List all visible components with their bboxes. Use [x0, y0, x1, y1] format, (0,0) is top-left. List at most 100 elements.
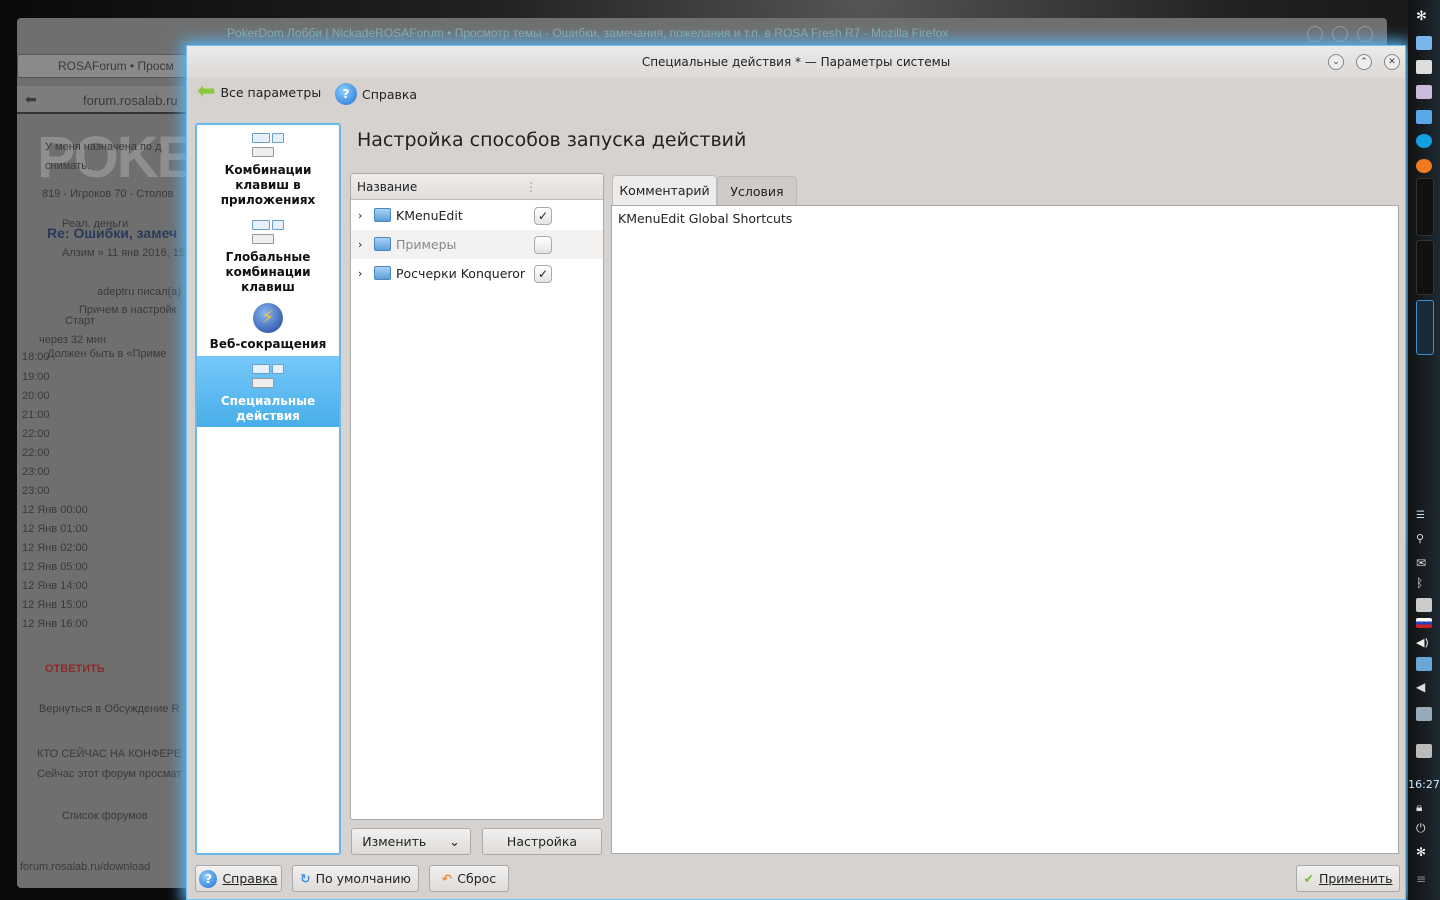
column-header-name[interactable]: Название ⋮ — [351, 174, 603, 200]
toolbar-help-label: Справка — [362, 86, 418, 102]
bg-window-text: Re: Ошибки, замеч — [47, 225, 178, 241]
bg-minimize-icon[interactable] — [1307, 26, 1323, 42]
folder-icon — [374, 237, 391, 251]
column-header-label: Название — [357, 180, 418, 194]
edit-button-label: Изменить — [362, 834, 427, 849]
apply-button[interactable]: ✔ Применить — [1296, 865, 1400, 892]
defaults-button[interactable]: ↻ По умолчанию — [292, 865, 419, 892]
clipboard-icon[interactable] — [1416, 598, 1432, 612]
enabled-checkbox[interactable]: ✓ — [534, 207, 552, 225]
sidebar-item-label: Комбинации клавиш в приложениях — [220, 163, 316, 207]
sidebar-item-special-actions[interactable]: Специальные действия — [197, 356, 339, 427]
sidebar-item-global-shortcuts[interactable]: Глобальные комбинации клавиш — [197, 220, 339, 295]
bg-window-text: 18:00 — [22, 351, 50, 363]
edit-dropdown-button[interactable]: Изменить ⌄ — [351, 828, 471, 855]
keyboard-shortcuts-icon — [252, 220, 284, 246]
side-panel: ✻ ☰ ⚲ ✉ ᛒ ◀) ◀ 16:27 🔒︎ ⏻ ✻ ≡ — [1408, 0, 1440, 900]
task-firefox-2[interactable] — [1416, 240, 1434, 295]
minimize-button[interactable]: ⌄ — [1328, 54, 1344, 70]
back-arrow-icon: ⬅ — [197, 79, 216, 104]
bg-close-icon[interactable] — [1357, 26, 1373, 42]
bg-window-text: 12 Янв 14:00 — [22, 580, 88, 592]
keyboard-layout-flag-icon[interactable] — [1416, 618, 1432, 628]
folder-icon[interactable] — [1416, 110, 1432, 124]
power-icon[interactable]: ⏻ — [1416, 821, 1432, 835]
settings-button[interactable]: Настройка — [482, 828, 602, 855]
bluetooth-icon[interactable]: ᛒ — [1416, 576, 1432, 590]
maximize-button[interactable]: ⌃ — [1356, 54, 1372, 70]
clock[interactable]: 16:27 — [1408, 778, 1440, 791]
network-icon[interactable]: ⚲ — [1416, 532, 1432, 546]
toolbar-help-button[interactable]: ? Справка — [335, 83, 417, 105]
volume-icon[interactable]: ◀) — [1416, 636, 1432, 650]
reset-button[interactable]: ↶ Сброс — [429, 865, 509, 892]
checkmark-icon: ✔ — [1303, 871, 1314, 886]
window-title: Специальные действия * — Параметры систе… — [641, 55, 951, 69]
titlebar: Специальные действия * — Параметры систе… — [187, 46, 1405, 78]
settings-button-label: Настройка — [506, 834, 578, 849]
bg-window-text: 22:00 — [22, 447, 50, 459]
bg-window-text: 819 - Игроков 70 - Столов — [42, 188, 174, 200]
bg-window-text: Должен быть в «Приме — [47, 348, 167, 360]
calculator-icon[interactable] — [1416, 85, 1432, 99]
bg-window-text: 12 Янв 00:00 — [22, 504, 88, 516]
actions-tree[interactable]: Название ⋮ › KMenuEdit ✓ › Примеры › Росчерки… — [350, 173, 604, 820]
sidebar: Комбинации клавиш в приложениях Глобальн… — [195, 123, 341, 855]
task-system-settings[interactable] — [1416, 300, 1434, 355]
tab-conditions[interactable]: Условия — [717, 176, 797, 207]
bg-urlbar[interactable]: ⬅ forum.rosalab.ru — [17, 86, 192, 114]
tab-label: Комментарий — [619, 183, 710, 198]
bg-window-text: 20:00 — [22, 390, 50, 402]
close-button[interactable]: ✕ — [1384, 54, 1400, 70]
bg-window-text: ОТВЕТИТЬ — [45, 663, 105, 675]
bg-window-title: PokerDom Лобби | NickadeROSAForum • Прос… — [227, 26, 949, 40]
sidebar-item-web-shortcuts[interactable]: ⚡ Веб-сокращения — [197, 303, 339, 352]
enabled-checkbox[interactable]: ✓ — [534, 265, 552, 283]
pager-icon[interactable]: ☰ — [1416, 510, 1432, 524]
bg-window-text: У меня назначена по д — [45, 141, 162, 153]
skype-icon[interactable] — [1416, 134, 1432, 148]
bg-window-text: 12 Янв 16:00 — [22, 618, 88, 630]
expand-arrow-icon[interactable]: › — [358, 259, 362, 288]
chevron-down-icon: ⌄ — [449, 834, 460, 849]
tree-row-label: Примеры — [396, 237, 457, 252]
firefox-icon[interactable] — [1416, 159, 1432, 173]
all-settings-button[interactable]: ⬅ Все параметры — [197, 79, 321, 104]
mail-icon[interactable]: ✉ — [1416, 556, 1432, 570]
bg-window-text: 19:00 — [22, 371, 50, 383]
apply-button-label: Применить — [1318, 871, 1393, 886]
tab-comment[interactable]: Комментарий — [612, 175, 717, 206]
comment-textarea[interactable]: KMenuEdit Global Shortcuts — [611, 205, 1399, 854]
refresh-icon: ↻ — [300, 871, 311, 886]
column-resize-handle[interactable]: ⋮ — [525, 174, 537, 200]
help-button-label: Справка — [222, 871, 278, 886]
enabled-checkbox[interactable] — [534, 236, 552, 254]
back-icon[interactable]: ⬅ — [25, 91, 37, 108]
tree-row[interactable]: › Примеры — [351, 230, 603, 259]
tree-row[interactable]: › KMenuEdit ✓ — [351, 201, 603, 230]
sidebar-item-label: Специальные действия — [220, 394, 316, 423]
bg-window-text: КТО СЕЙЧАС НА КОНФЕРЕ — [37, 748, 182, 760]
expand-arrow-icon[interactable]: › — [358, 230, 362, 259]
reset-button-label: Сброс — [457, 871, 497, 886]
file-manager-icon[interactable] — [1416, 36, 1432, 50]
speaker-icon[interactable]: ◀ — [1416, 680, 1432, 694]
keyboard-shortcuts-icon — [252, 133, 284, 159]
bg-maximize-icon[interactable] — [1332, 26, 1348, 42]
kde-logo-icon[interactable]: ✻ — [1416, 845, 1432, 859]
device-notifier-icon[interactable] — [1416, 657, 1432, 671]
settings-icon[interactable] — [1416, 707, 1432, 721]
text-editor-icon[interactable] — [1416, 60, 1432, 74]
help-button[interactable]: ? Справка — [195, 865, 282, 892]
trash-icon[interactable] — [1416, 744, 1432, 758]
bg-tab[interactable]: ROSAForum • Просм — [17, 54, 187, 78]
tree-row[interactable]: › Росчерки Konqueror ✓ — [351, 259, 603, 288]
panel-menu-icon[interactable]: ≡ — [1416, 872, 1432, 886]
expand-arrow-icon[interactable]: › — [358, 201, 362, 230]
kde-menu-icon[interactable]: ✻ — [1416, 9, 1432, 24]
bg-window-text: Старт — [65, 315, 95, 327]
lock-icon[interactable]: 🔒︎ — [1416, 800, 1432, 814]
system-settings-dialog: Специальные действия * — Параметры систе… — [186, 45, 1406, 900]
task-firefox-1[interactable] — [1416, 178, 1434, 236]
sidebar-item-app-shortcuts[interactable]: Комбинации клавиш в приложениях — [197, 133, 339, 208]
